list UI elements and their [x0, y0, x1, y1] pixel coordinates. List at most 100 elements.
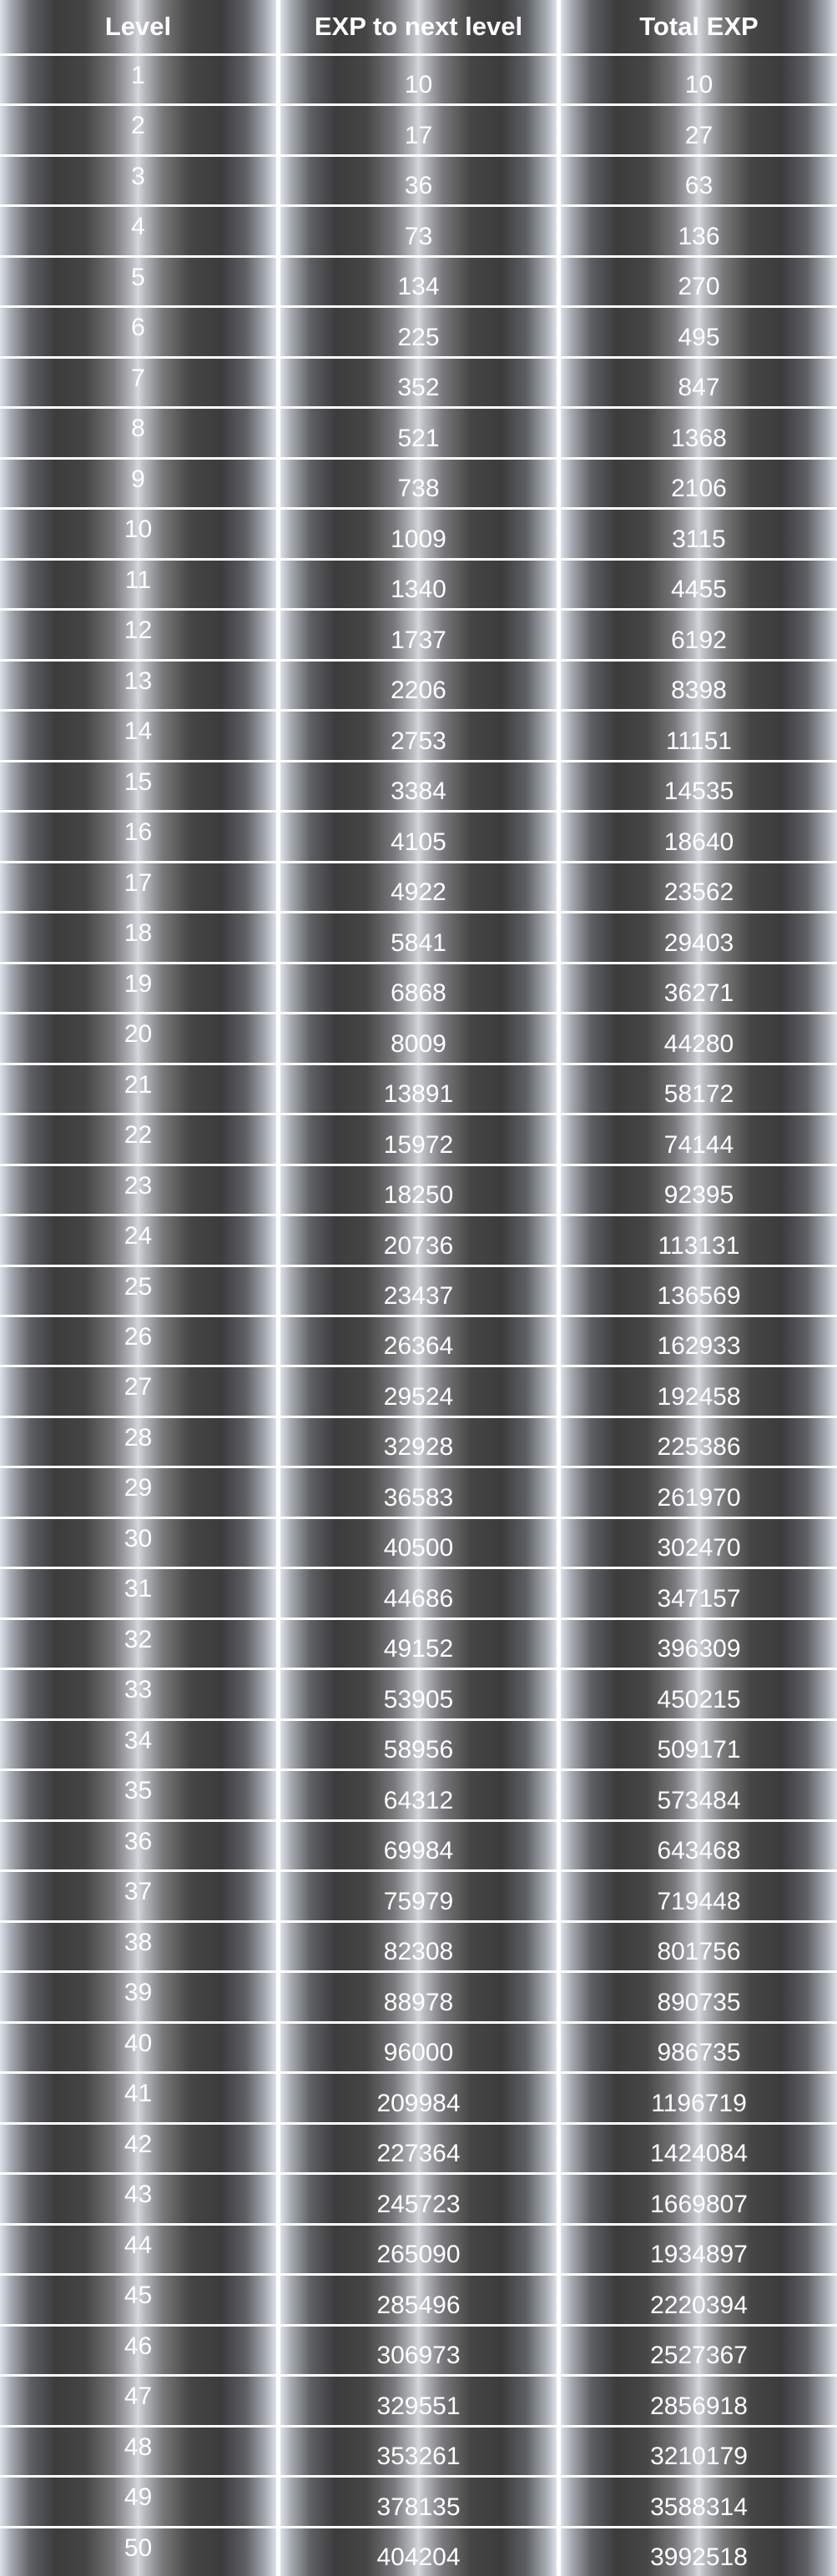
exp-to-next-cell: 8009: [280, 1014, 557, 1063]
level-cell: 39: [0, 1973, 276, 2021]
level-cell: 46: [0, 2326, 276, 2375]
total-exp-cell: 136569: [561, 1266, 837, 1315]
total-exp-cell: 8398: [561, 661, 837, 710]
total-exp-cell: 1368: [561, 409, 837, 457]
exp-to-next-cell: 32928: [280, 1417, 557, 1467]
level-cell: 43: [0, 2175, 276, 2223]
exp-to-next-cell: 352: [280, 358, 557, 407]
exp-to-next-cell: 225: [280, 308, 557, 356]
total-exp-cell: 1424084: [561, 2124, 837, 2173]
level-cell: 5: [0, 257, 276, 306]
exp-to-next-cell: 3384: [280, 762, 557, 811]
exp-to-next-cell: 245723: [280, 2175, 557, 2223]
exp-to-next-cell: 2753: [280, 712, 557, 760]
exp-to-next-cell: 36: [280, 156, 557, 205]
exp-to-next-cell: 285496: [280, 2276, 557, 2324]
total-exp-cell: 302470: [561, 1518, 837, 1567]
total-exp-cell: 1669807: [561, 2175, 837, 2223]
total-exp-cell: 3115: [561, 510, 837, 558]
level-cell: 2: [0, 106, 276, 154]
level-cell: 4: [0, 207, 276, 255]
total-exp-cell: 92395: [561, 1165, 837, 1215]
level-cell: 49: [0, 2478, 276, 2526]
exp-to-next-cell: 227364: [280, 2124, 557, 2173]
level-cell: 41: [0, 2074, 276, 2122]
total-exp-cell: 3588314: [561, 2478, 837, 2526]
total-exp-cell: 36271: [561, 963, 837, 1013]
total-exp-cell: 396309: [561, 1619, 837, 1668]
total-exp-cell: 573484: [561, 1771, 837, 1819]
total-exp-cell: 3210179: [561, 2427, 837, 2476]
level-cell: 45: [0, 2276, 276, 2324]
level-cell: 12: [0, 611, 276, 659]
exp-to-next-cell: 58956: [280, 1720, 557, 1769]
level-cell: 38: [0, 1922, 276, 1971]
level-cell: 50: [0, 2528, 276, 2576]
total-exp-cell: 2856918: [561, 2377, 837, 2425]
level-cell: 25: [0, 1266, 276, 1315]
level-cell: 6: [0, 308, 276, 356]
level-cell: 34: [0, 1720, 276, 1769]
total-exp-cell: 986735: [561, 2023, 837, 2072]
level-cell: 48: [0, 2427, 276, 2476]
level-cell: 47: [0, 2377, 276, 2425]
exp-to-next-cell: 40500: [280, 1518, 557, 1567]
level-cell: 28: [0, 1417, 276, 1467]
exp-to-next-cell: 209984: [280, 2074, 557, 2122]
exp-to-next-cell: 6868: [280, 963, 557, 1013]
header-level: Level: [0, 0, 276, 53]
total-exp-cell: 1196719: [561, 2074, 837, 2122]
exp-to-next-cell: 29524: [280, 1367, 557, 1416]
total-exp-cell: 450215: [561, 1670, 837, 1718]
exp-to-next-cell: 521: [280, 409, 557, 457]
level-cell: 13: [0, 661, 276, 710]
total-exp-cell: 11151: [561, 712, 837, 760]
level-cell: 35: [0, 1771, 276, 1819]
exp-to-next-cell: 18250: [280, 1165, 557, 1215]
exp-to-next-cell: 96000: [280, 2023, 557, 2072]
exp-to-next-cell: 15972: [280, 1115, 557, 1164]
total-exp-cell: 14535: [561, 762, 837, 811]
exp-to-next-cell: 134: [280, 257, 557, 306]
level-cell: 20: [0, 1014, 276, 1063]
exp-to-next-cell: 64312: [280, 1771, 557, 1819]
level-cell: 16: [0, 813, 276, 861]
level-cell: 44: [0, 2225, 276, 2274]
level-cell: 18: [0, 913, 276, 962]
total-exp-cell: 136: [561, 207, 837, 255]
exp-to-next-cell: 404204: [280, 2528, 557, 2576]
total-exp-cell: 18640: [561, 813, 837, 861]
total-exp-cell: 890735: [561, 1973, 837, 2021]
total-exp-cell: 63: [561, 156, 837, 205]
level-cell: 19: [0, 963, 276, 1013]
level-cell: 17: [0, 863, 276, 912]
total-exp-cell: 74144: [561, 1115, 837, 1164]
level-cell: 36: [0, 1821, 276, 1870]
total-exp-cell: 347157: [561, 1569, 837, 1618]
total-exp-cell: 719448: [561, 1872, 837, 1920]
exp-table: Level EXP to next level Total EXP 1 10 10 2…: [0, 0, 837, 2576]
total-exp-cell: 27: [561, 106, 837, 154]
level-cell: 1: [0, 56, 276, 104]
total-exp-cell: 2527367: [561, 2326, 837, 2375]
total-exp-cell: 29403: [561, 913, 837, 962]
exp-to-next-cell: 265090: [280, 2225, 557, 2274]
exp-to-next-cell: 13891: [280, 1064, 557, 1114]
exp-to-next-cell: 75979: [280, 1872, 557, 1920]
total-exp-cell: 1934897: [561, 2225, 837, 2274]
total-exp-cell: 3992518: [561, 2528, 837, 2576]
level-cell: 27: [0, 1367, 276, 1416]
total-exp-cell: 801756: [561, 1922, 837, 1971]
total-exp-cell: 44280: [561, 1014, 837, 1063]
exp-to-next-cell: 88978: [280, 1973, 557, 2021]
exp-to-next-cell: 5841: [280, 913, 557, 962]
exp-to-next-cell: 1009: [280, 510, 557, 558]
total-exp-cell: 509171: [561, 1720, 837, 1769]
level-cell: 30: [0, 1518, 276, 1567]
exp-to-next-cell: 306973: [280, 2326, 557, 2375]
exp-to-next-cell: 17: [280, 106, 557, 154]
exp-to-next-cell: 1340: [280, 560, 557, 609]
level-cell: 42: [0, 2124, 276, 2173]
exp-to-next-cell: 23437: [280, 1266, 557, 1315]
level-cell: 26: [0, 1316, 276, 1366]
